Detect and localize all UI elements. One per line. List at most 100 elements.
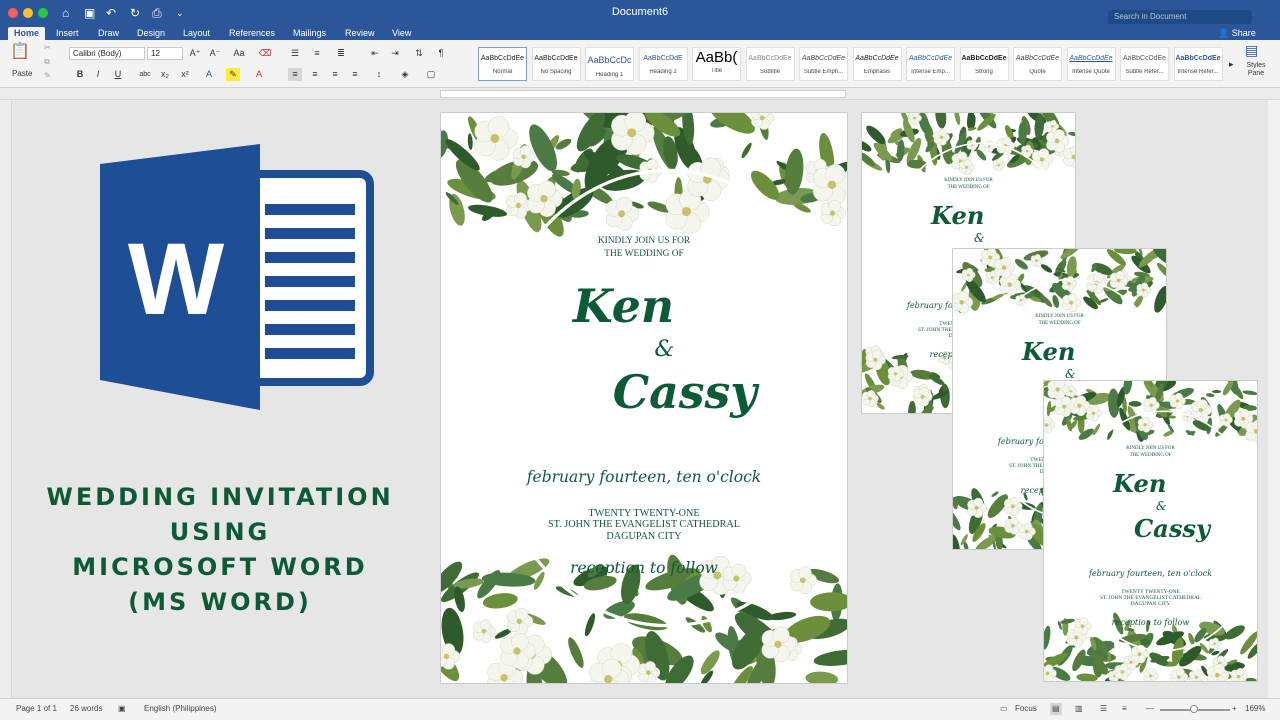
align-right-icon[interactable]: ≡ xyxy=(328,68,342,81)
read-mode-icon[interactable]: ▥ xyxy=(1075,703,1083,715)
zoom-level[interactable]: 169% xyxy=(1245,703,1265,715)
tab-references[interactable]: References xyxy=(223,27,281,40)
shading-icon[interactable]: ◈ xyxy=(398,68,412,81)
tab-design[interactable]: Design xyxy=(131,27,171,40)
cut-icon[interactable]: ✂ xyxy=(44,42,51,54)
style-sample: AaBb( xyxy=(695,49,738,66)
style-name: Heading 2 xyxy=(649,69,677,75)
style-intense-emp[interactable]: AaBbCcDdEe Intense Emp... xyxy=(906,47,955,81)
bullets-icon[interactable]: ☰ xyxy=(288,47,302,60)
subscript-icon[interactable]: x₂ xyxy=(158,68,172,81)
style-sample: AaBbCcDdEe xyxy=(1122,55,1167,62)
style-name: Subtitle xyxy=(759,69,780,75)
line-spacing-icon[interactable]: ↕ xyxy=(372,68,386,81)
zoom-out-icon[interactable]: — xyxy=(1146,703,1154,715)
decrease-indent-icon[interactable]: ⇤ xyxy=(368,47,382,60)
proofing-icon[interactable]: ▣ xyxy=(118,703,126,715)
style-normal[interactable]: AaBbCcDdEe Normal xyxy=(478,47,527,81)
style-sample: AaBbCcDdEe xyxy=(480,55,525,62)
groom-name: Ken xyxy=(1022,336,1076,366)
change-case-icon[interactable]: Aa xyxy=(232,47,246,60)
style-intense-refer[interactable]: AaBbCcDdEe Intense Refer... xyxy=(1173,47,1223,81)
superscript-icon[interactable]: x² xyxy=(178,68,192,81)
align-center-icon[interactable]: ≡ xyxy=(308,68,322,81)
text-effects-icon[interactable]: A xyxy=(202,68,216,81)
share-label: Share xyxy=(1231,28,1256,38)
bride-name: Cassy xyxy=(1133,513,1211,543)
styles-pane-button[interactable]: Styles Pane xyxy=(1241,62,1271,78)
search-input[interactable]: Search in Document xyxy=(1108,10,1252,24)
style-name: Title xyxy=(710,68,723,74)
borders-icon[interactable]: ▢ xyxy=(424,68,438,81)
outline-icon[interactable]: ☰ xyxy=(1100,703,1107,715)
clipboard-icon[interactable]: 📋 xyxy=(10,44,30,60)
svg-text:W: W xyxy=(128,222,225,336)
event-date: february fourteen, ten o'clock xyxy=(1088,568,1213,579)
horizontal-ruler[interactable] xyxy=(0,88,1280,100)
zoom-slider-thumb[interactable] xyxy=(1190,705,1198,713)
style-name: Heading 1 xyxy=(595,72,624,78)
vertical-ruler[interactable] xyxy=(0,100,12,698)
style-title[interactable]: AaBb( Title xyxy=(692,47,741,81)
align-left-icon[interactable]: ≡ xyxy=(288,68,302,81)
style-emphasis[interactable]: AaBbCcDdEe Emphasis xyxy=(852,47,902,81)
print-layout-icon[interactable]: ▤ xyxy=(1050,703,1062,715)
style-no-spacing[interactable]: AaBbCcDdEe No Spacing xyxy=(531,47,581,81)
font-size-select[interactable]: 12 xyxy=(147,47,183,60)
strikethrough-icon[interactable]: abc xyxy=(138,68,152,81)
reception-note: reception to follow xyxy=(570,559,718,578)
style-name: Subtle Emph... xyxy=(803,69,844,75)
font-color-icon[interactable]: A xyxy=(252,68,266,81)
underline-icon[interactable]: U xyxy=(111,68,125,81)
highlight-icon[interactable]: ✎ xyxy=(226,68,240,81)
tab-review[interactable]: Review xyxy=(339,27,381,40)
draft-icon[interactable]: ≡ xyxy=(1122,703,1127,715)
style-intense-quote[interactable]: AaBbCcDdEe Intense Quote xyxy=(1066,47,1116,81)
style-subtle-refer[interactable]: AaBbCcDdEe Subtle Refer... xyxy=(1120,47,1169,81)
style-quote[interactable]: AaBbCcDdEe Quote xyxy=(1013,47,1062,81)
share-button[interactable]: 👤 Share xyxy=(1218,27,1256,40)
status-bar: Page 1 of 1 26 words ▣ English (Philippi… xyxy=(0,698,1280,720)
focus-icon[interactable]: ▭ xyxy=(1000,703,1008,715)
shrink-font-icon[interactable]: A⁻ xyxy=(208,47,222,60)
style-subtle-emph[interactable]: AaBbCcDdEe Subtle Emph... xyxy=(799,47,848,81)
multilevel-list-icon[interactable]: ≣ xyxy=(334,47,348,60)
clear-formatting-icon[interactable]: ⌫ xyxy=(258,47,272,60)
paste-button[interactable]: Paste xyxy=(12,68,32,80)
gallery-more-icon[interactable]: ▸ xyxy=(1229,58,1234,70)
copy-icon[interactable]: ⧉ xyxy=(44,56,50,68)
style-heading-1[interactable]: AaBbCcDc Heading 1 xyxy=(585,47,634,81)
focus-button[interactable]: Focus xyxy=(1015,703,1037,715)
grow-font-icon[interactable]: A⁺ xyxy=(188,47,202,60)
invite-line2: THE WEDDING OF xyxy=(1038,320,1081,326)
italic-icon[interactable]: I xyxy=(91,68,105,81)
numbering-icon[interactable]: ≡ xyxy=(310,47,324,60)
bride-name: Cassy xyxy=(612,364,757,419)
zoom-in-icon[interactable]: + xyxy=(1232,703,1237,715)
style-heading-2[interactable]: AaBbCcDdE Heading 2 xyxy=(638,47,688,81)
invitation-page[interactable]: KINDLY JOIN US FOR THE WEDDING OF Ken & Cass… xyxy=(440,112,848,684)
tab-insert[interactable]: Insert xyxy=(50,27,85,40)
language-indicator[interactable]: English (Philippines) xyxy=(144,703,216,715)
vertical-scrollbar[interactable] xyxy=(1268,100,1280,698)
styles-pane-icon[interactable]: ▤ xyxy=(1245,43,1258,57)
tab-view[interactable]: View xyxy=(386,27,417,40)
show-formatting-icon[interactable]: ¶ xyxy=(434,47,448,60)
increase-indent-icon[interactable]: ⇥ xyxy=(388,47,402,60)
headline-line: MICROSOFT WORD xyxy=(72,553,368,581)
tab-home[interactable]: Home xyxy=(8,27,46,40)
style-subtitle[interactable]: AaBbCcDdEe Subtitle xyxy=(745,47,795,81)
justify-icon[interactable]: ≡ xyxy=(348,68,362,81)
tab-mailings[interactable]: Mailings xyxy=(287,27,332,40)
format-painter-icon[interactable]: ✎ xyxy=(44,70,51,82)
word-count[interactable]: 26 words xyxy=(70,703,102,715)
font-name-select[interactable]: Calibri (Body) xyxy=(69,47,145,60)
sort-icon[interactable]: ⇅ xyxy=(412,47,426,60)
page-count[interactable]: Page 1 of 1 xyxy=(16,703,57,715)
tab-layout[interactable]: Layout xyxy=(177,27,216,40)
invite-line2: THE WEDDING OF xyxy=(604,248,684,259)
style-sample: AaBbCcDdEe xyxy=(908,55,953,62)
style-strong[interactable]: AaBbCcDdEe Strong xyxy=(959,47,1009,81)
tab-draw[interactable]: Draw xyxy=(92,27,125,40)
bold-icon[interactable]: B xyxy=(73,68,87,81)
